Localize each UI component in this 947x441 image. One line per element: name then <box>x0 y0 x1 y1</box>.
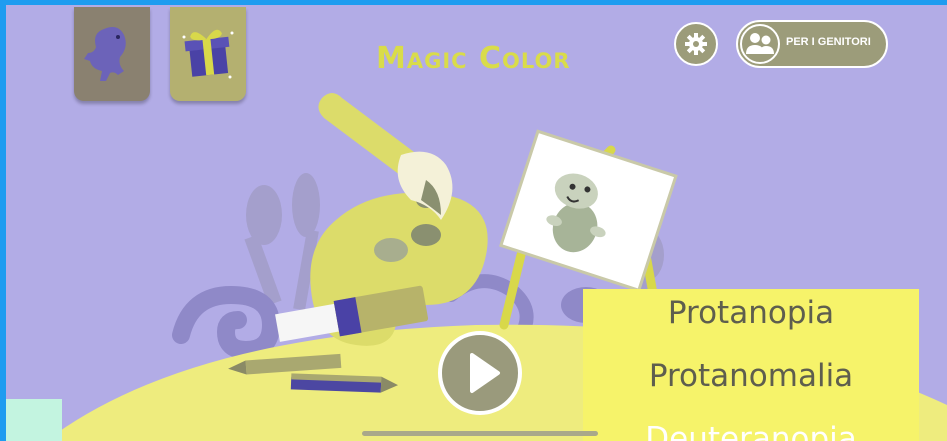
people-icon <box>746 33 774 54</box>
home-indicator[interactable] <box>362 431 598 436</box>
gift-icon <box>182 29 234 79</box>
parents-button[interactable]: PER I GENITORI <box>736 20 888 68</box>
character-tile-button[interactable] <box>74 7 150 101</box>
app-title: Magic Color <box>376 41 571 76</box>
play-icon <box>470 353 500 393</box>
parents-label: PER I GENITORI <box>786 36 871 48</box>
dinosaur-icon <box>84 27 126 81</box>
color-swatch <box>6 399 62 441</box>
colorblind-mode-menu: Protanopia Protanomalia Deuteranopia <box>583 289 919 441</box>
option-protanomalia[interactable]: Protanomalia <box>583 358 919 394</box>
app-screen: Magic Color PER I GENITORI Protanopia Pr… <box>6 5 947 441</box>
settings-button[interactable] <box>674 22 718 66</box>
gear-icon <box>685 33 707 55</box>
option-protanopia[interactable]: Protanopia <box>583 295 919 331</box>
option-deuteranopia[interactable]: Deuteranopia <box>583 421 919 441</box>
play-button[interactable] <box>438 331 522 415</box>
gift-tile-button[interactable] <box>170 7 246 101</box>
avatar <box>740 24 780 64</box>
